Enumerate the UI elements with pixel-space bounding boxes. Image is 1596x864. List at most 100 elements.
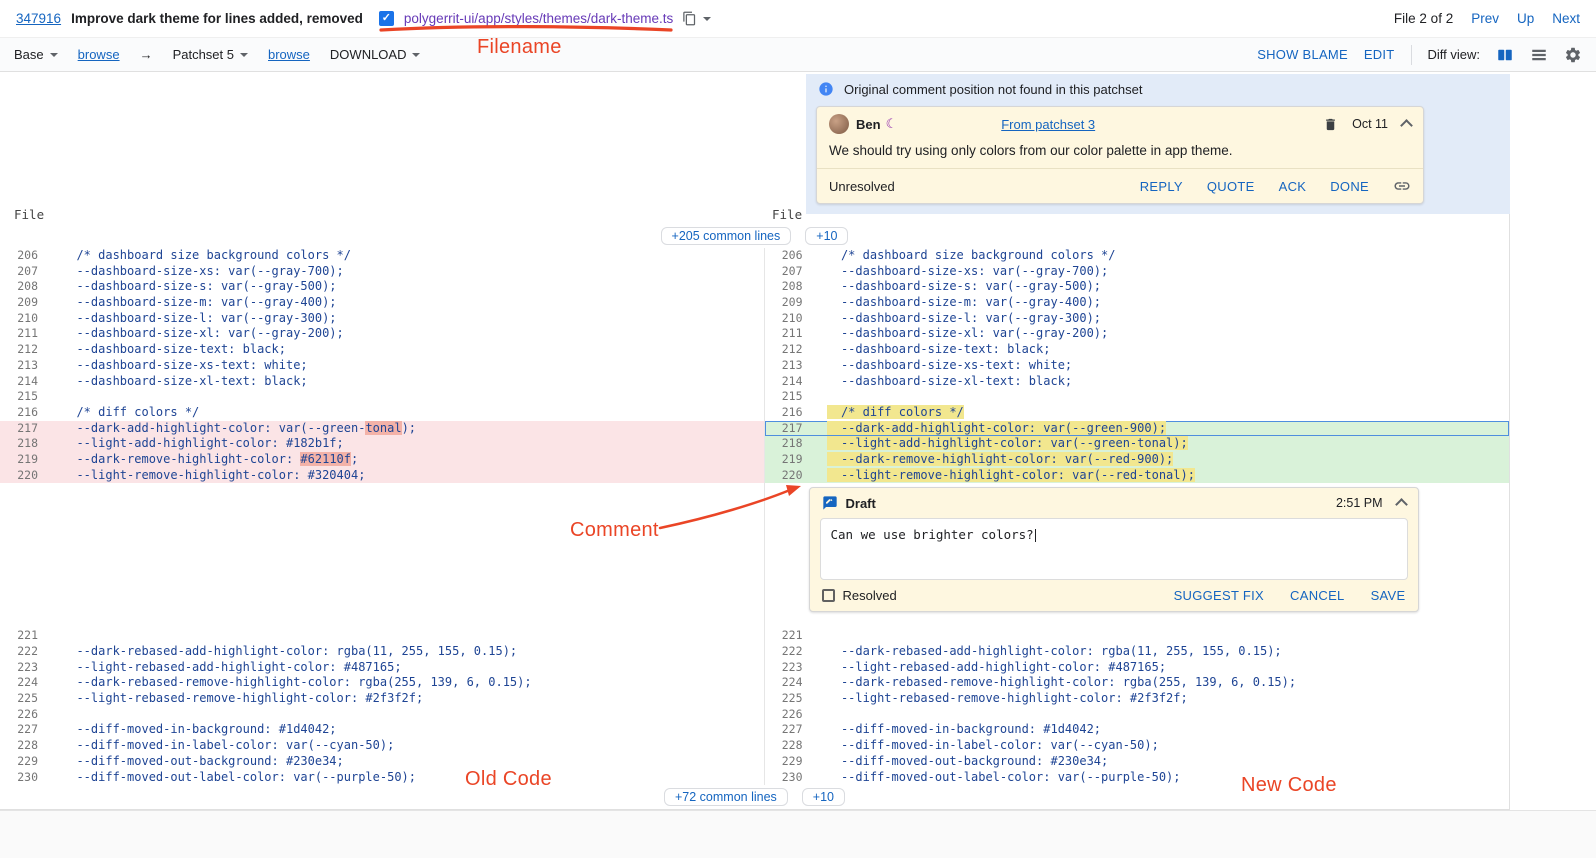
resolved-checkbox[interactable] <box>822 589 835 602</box>
line-number[interactable]: 215 <box>0 389 50 405</box>
suggest-fix-button[interactable]: SUGGEST FIX <box>1174 588 1264 603</box>
code-line[interactable]: --dark-add-highlight-color: var(--green-… <box>50 421 764 437</box>
line-number[interactable]: 226 <box>0 707 50 723</box>
code-line[interactable]: --diff-moved-in-background: #1d4042; <box>50 722 764 738</box>
code-line[interactable]: --light-remove-highlight-color: var(--re… <box>815 468 1510 484</box>
expand-common-lines-button[interactable]: +205 common lines <box>661 227 792 245</box>
delete-trash-icon[interactable] <box>1323 117 1338 132</box>
line-number[interactable]: 223 <box>765 660 815 676</box>
code-line[interactable]: --dark-rebased-remove-highlight-color: r… <box>50 675 764 691</box>
code-line[interactable]: --dashboard-size-xl: var(--gray-200); <box>815 326 1510 342</box>
line-number[interactable]: 224 <box>0 675 50 691</box>
line-number[interactable]: 218 <box>765 436 815 452</box>
code-line[interactable]: --light-add-highlight-color: #182b1f; <box>50 436 764 452</box>
code-line[interactable] <box>815 707 1510 723</box>
line-number[interactable]: 206 <box>0 248 50 264</box>
quote-button[interactable]: QUOTE <box>1207 179 1255 194</box>
line-number[interactable]: 218 <box>0 436 50 452</box>
expand-common-lines-button[interactable]: +72 common lines <box>664 788 788 806</box>
line-number[interactable]: 212 <box>765 342 815 358</box>
code-line[interactable]: --dashboard-size-s: var(--gray-500); <box>50 279 764 295</box>
line-number[interactable]: 220 <box>0 468 50 484</box>
line-number[interactable]: 222 <box>765 644 815 660</box>
line-number[interactable]: 209 <box>765 295 815 311</box>
line-number[interactable]: 230 <box>765 770 815 786</box>
download-dropdown[interactable]: DOWNLOAD <box>330 47 421 62</box>
code-line[interactable]: --diff-moved-in-background: #1d4042; <box>815 722 1510 738</box>
code-line[interactable]: --dashboard-size-m: var(--gray-400); <box>815 295 1510 311</box>
line-number[interactable]: 219 <box>765 452 815 468</box>
edit-button[interactable]: EDIT <box>1364 47 1395 62</box>
line-number[interactable]: 211 <box>765 326 815 342</box>
file-label-new[interactable]: File <box>772 207 802 222</box>
line-number[interactable]: 208 <box>0 279 50 295</box>
browse-patchset-link[interactable]: browse <box>268 47 310 62</box>
code-line[interactable]: --light-rebased-add-highlight-color: #48… <box>815 660 1510 676</box>
code-line[interactable]: --light-rebased-remove-highlight-color: … <box>815 691 1510 707</box>
line-number[interactable]: 221 <box>0 628 50 644</box>
code-line[interactable]: --diff-moved-in-label-color: var(--cyan-… <box>50 738 764 754</box>
unified-view-icon[interactable] <box>1530 46 1548 64</box>
base-patchset-dropdown[interactable]: Base <box>14 47 58 62</box>
code-line[interactable]: --dark-rebased-add-highlight-color: rgba… <box>50 644 764 660</box>
code-line[interactable]: --dashboard-size-m: var(--gray-400); <box>50 295 764 311</box>
line-number[interactable]: 213 <box>0 358 50 374</box>
file-label-old[interactable]: File <box>14 207 44 222</box>
from-patchset-link[interactable]: From patchset 3 <box>1001 117 1095 132</box>
copy-icon[interactable] <box>682 11 697 26</box>
code-line[interactable]: /* diff colors */ <box>815 405 1510 421</box>
reviewed-checkbox[interactable]: ✓ <box>379 11 394 26</box>
code-line[interactable]: --light-add-highlight-color: var(--green… <box>815 436 1510 452</box>
code-line[interactable] <box>50 628 764 644</box>
line-number[interactable]: 210 <box>0 311 50 327</box>
code-line[interactable]: --dashboard-size-s: var(--gray-500); <box>815 279 1510 295</box>
code-line[interactable] <box>50 707 764 723</box>
expand-ten-lines-button[interactable]: +10 <box>802 788 845 806</box>
line-number[interactable]: 228 <box>0 738 50 754</box>
line-number[interactable]: 213 <box>765 358 815 374</box>
code-line[interactable]: --diff-moved-out-background: #230e34; <box>50 754 764 770</box>
copy-link-icon[interactable] <box>1393 177 1411 195</box>
ack-button[interactable]: ACK <box>1279 179 1307 194</box>
line-number[interactable]: 222 <box>0 644 50 660</box>
code-line[interactable]: --dashboard-size-xl: var(--gray-200); <box>50 326 764 342</box>
side-by-side-view-icon[interactable] <box>1496 46 1514 64</box>
code-line[interactable]: --dark-add-highlight-color: var(--green-… <box>815 421 1510 437</box>
line-number[interactable]: 227 <box>765 722 815 738</box>
code-line[interactable]: --light-rebased-add-highlight-color: #48… <box>50 660 764 676</box>
line-number[interactable]: 221 <box>765 628 815 644</box>
line-number[interactable]: 211 <box>0 326 50 342</box>
code-line[interactable]: --dashboard-size-xl-text: black; <box>50 374 764 390</box>
line-number[interactable]: 225 <box>765 691 815 707</box>
line-number[interactable]: 212 <box>0 342 50 358</box>
code-line[interactable]: --diff-moved-in-label-color: var(--cyan-… <box>815 738 1510 754</box>
line-number[interactable]: 227 <box>0 722 50 738</box>
code-line[interactable]: --light-rebased-remove-highlight-color: … <box>50 691 764 707</box>
code-line[interactable]: --dashboard-size-xs: var(--gray-700); <box>50 264 764 280</box>
line-number[interactable]: 229 <box>765 754 815 770</box>
code-line[interactable]: --dashboard-size-xl-text: black; <box>815 374 1510 390</box>
line-number[interactable]: 214 <box>765 374 815 390</box>
browse-base-link[interactable]: browse <box>78 47 120 62</box>
line-number[interactable]: 208 <box>765 279 815 295</box>
change-number-link[interactable]: 347916 <box>16 11 61 26</box>
line-number[interactable]: 224 <box>765 675 815 691</box>
line-number[interactable]: 228 <box>765 738 815 754</box>
code-line[interactable] <box>50 389 764 405</box>
code-line[interactable] <box>815 389 1510 405</box>
code-line[interactable]: --light-remove-highlight-color: #320404; <box>50 468 764 484</box>
patchset-dropdown[interactable]: Patchset 5 <box>173 47 248 62</box>
settings-gear-icon[interactable] <box>1564 46 1582 64</box>
show-blame-button[interactable]: SHOW BLAME <box>1257 47 1348 62</box>
code-line[interactable]: /* diff colors */ <box>50 405 764 421</box>
file-path-link[interactable]: polygerrit-ui/app/styles/themes/dark-the… <box>404 11 673 26</box>
code-line[interactable]: --dashboard-size-text: black; <box>50 342 764 358</box>
draft-comment-textarea[interactable]: Can we use brighter colors? <box>820 518 1408 580</box>
code-line[interactable]: --dashboard-size-text: black; <box>815 342 1510 358</box>
code-line[interactable] <box>815 628 1510 644</box>
done-button[interactable]: DONE <box>1330 179 1369 194</box>
code-line[interactable]: --dark-remove-highlight-color: var(--red… <box>815 452 1510 468</box>
code-line[interactable]: --dashboard-size-xs: var(--gray-700); <box>815 264 1510 280</box>
code-line[interactable]: /* dashboard size background colors */ <box>50 248 764 264</box>
line-number[interactable]: 216 <box>765 405 815 421</box>
